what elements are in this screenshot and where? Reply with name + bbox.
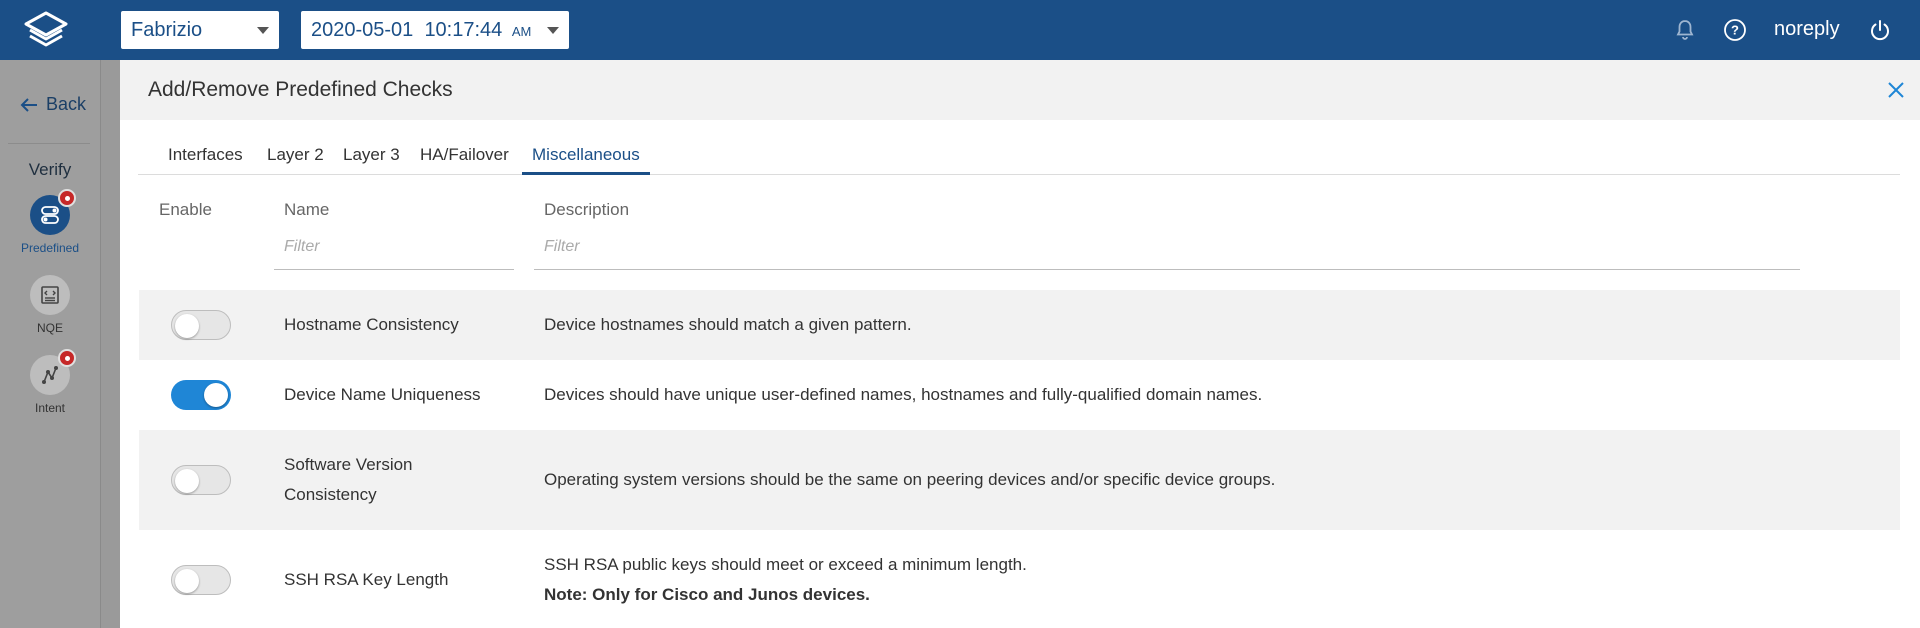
rail-item-label: Predefined bbox=[20, 241, 80, 255]
chevron-down-icon bbox=[257, 27, 269, 34]
tab-layer-2[interactable]: Layer 2 bbox=[267, 145, 324, 173]
toggle-knob bbox=[175, 469, 199, 493]
enable-toggle[interactable] bbox=[171, 565, 231, 595]
check-name: Software Version Consistency bbox=[284, 450, 413, 510]
alert-badge bbox=[58, 189, 76, 207]
tab-miscellaneous[interactable]: Miscellaneous bbox=[522, 145, 650, 175]
tab-layer-3[interactable]: Layer 3 bbox=[343, 145, 400, 173]
snapshot-date: 2020-05-01 bbox=[311, 19, 414, 41]
check-description: Devices should have unique user-defined … bbox=[544, 385, 1263, 404]
toggle-knob bbox=[175, 314, 199, 338]
column-header-description[interactable]: Description bbox=[544, 200, 629, 220]
dialog-title: Add/Remove Predefined Checks bbox=[148, 78, 453, 101]
enable-toggle[interactable] bbox=[171, 310, 231, 340]
chevron-down-icon bbox=[547, 27, 559, 34]
arrow-left-icon bbox=[20, 97, 37, 112]
rail-item-label: Intent bbox=[34, 401, 66, 415]
snapshot-selector[interactable]: 2020-05-01 10:17:44 AM bbox=[301, 11, 569, 49]
dialog-header: Add/Remove Predefined Checks bbox=[120, 60, 1920, 120]
name-filter-input[interactable]: Filter bbox=[274, 236, 514, 270]
user-menu[interactable]: noreply bbox=[1774, 18, 1840, 41]
rail-item-label: NQE bbox=[36, 321, 63, 335]
intent-icon-circle bbox=[30, 349, 76, 395]
toggles-icon bbox=[41, 206, 59, 224]
alert-badge bbox=[58, 349, 76, 367]
toggle-knob bbox=[175, 569, 199, 593]
toggle-knob bbox=[204, 383, 228, 407]
code-document-icon bbox=[41, 286, 59, 304]
check-description-text: SSH RSA public keys should meet or excee… bbox=[544, 555, 1027, 574]
column-header-name[interactable]: Name bbox=[284, 200, 329, 220]
check-name: SSH RSA Key Length bbox=[284, 570, 449, 589]
table-row: Hostname Consistency Device hostnames sh… bbox=[139, 290, 1900, 360]
check-name-line: Software Version bbox=[284, 455, 413, 474]
nqe-icon-circle bbox=[30, 275, 70, 315]
top-bar: Fabrizio 2020-05-01 10:17:44 AM ? norepl… bbox=[0, 0, 1920, 60]
check-name: Device Name Uniqueness bbox=[284, 385, 481, 404]
rail-divider bbox=[100, 60, 120, 628]
power-icon[interactable] bbox=[1868, 18, 1892, 42]
close-icon[interactable] bbox=[1886, 80, 1906, 100]
check-note: Note: Only for Cisco and Junos devices. bbox=[544, 585, 870, 604]
tab-ha-failover[interactable]: HA/Failover bbox=[420, 145, 509, 173]
check-name-line: Consistency bbox=[284, 485, 377, 504]
path-nodes-icon bbox=[42, 366, 58, 384]
svg-text:?: ? bbox=[1731, 23, 1739, 38]
snapshot-time: 10:17:44 bbox=[424, 19, 503, 41]
left-rail bbox=[0, 60, 100, 628]
check-description: Operating system versions should be the … bbox=[544, 470, 1276, 489]
back-label: Back bbox=[46, 94, 87, 114]
tab-interfaces[interactable]: Interfaces bbox=[168, 145, 243, 173]
rail-item-nqe[interactable]: NQE bbox=[0, 275, 100, 335]
tab-bar-divider bbox=[138, 174, 1900, 175]
table-row: Device Name Uniqueness Devices should ha… bbox=[139, 360, 1900, 430]
verify-heading: Verify bbox=[28, 160, 72, 179]
back-button[interactable]: Back bbox=[20, 94, 86, 115]
rail-item-intent[interactable]: Intent bbox=[0, 349, 100, 415]
rail-separator bbox=[8, 143, 90, 144]
check-description: Device hostnames should match a given pa… bbox=[544, 315, 912, 334]
rail-item-predefined[interactable]: Predefined bbox=[0, 189, 100, 255]
predefined-icon-circle bbox=[30, 189, 76, 235]
check-description: SSH RSA public keys should meet or excee… bbox=[544, 550, 1027, 610]
enable-toggle[interactable] bbox=[171, 380, 231, 410]
app-logo-icon[interactable] bbox=[18, 10, 74, 52]
description-filter-input[interactable]: Filter bbox=[534, 236, 1800, 270]
network-selector[interactable]: Fabrizio bbox=[121, 11, 279, 49]
column-header-enable[interactable]: Enable bbox=[159, 200, 212, 220]
check-name: Hostname Consistency bbox=[284, 315, 459, 334]
enable-toggle[interactable] bbox=[171, 465, 231, 495]
table-row: Software Version Consistency Operating s… bbox=[139, 430, 1900, 530]
help-icon[interactable]: ? bbox=[1723, 18, 1747, 42]
snapshot-ampm: AM bbox=[511, 24, 532, 39]
table-row: SSH RSA Key Length SSH RSA public keys s… bbox=[139, 530, 1900, 628]
bell-icon[interactable] bbox=[1673, 18, 1697, 42]
network-selector-value: Fabrizio bbox=[131, 19, 203, 41]
